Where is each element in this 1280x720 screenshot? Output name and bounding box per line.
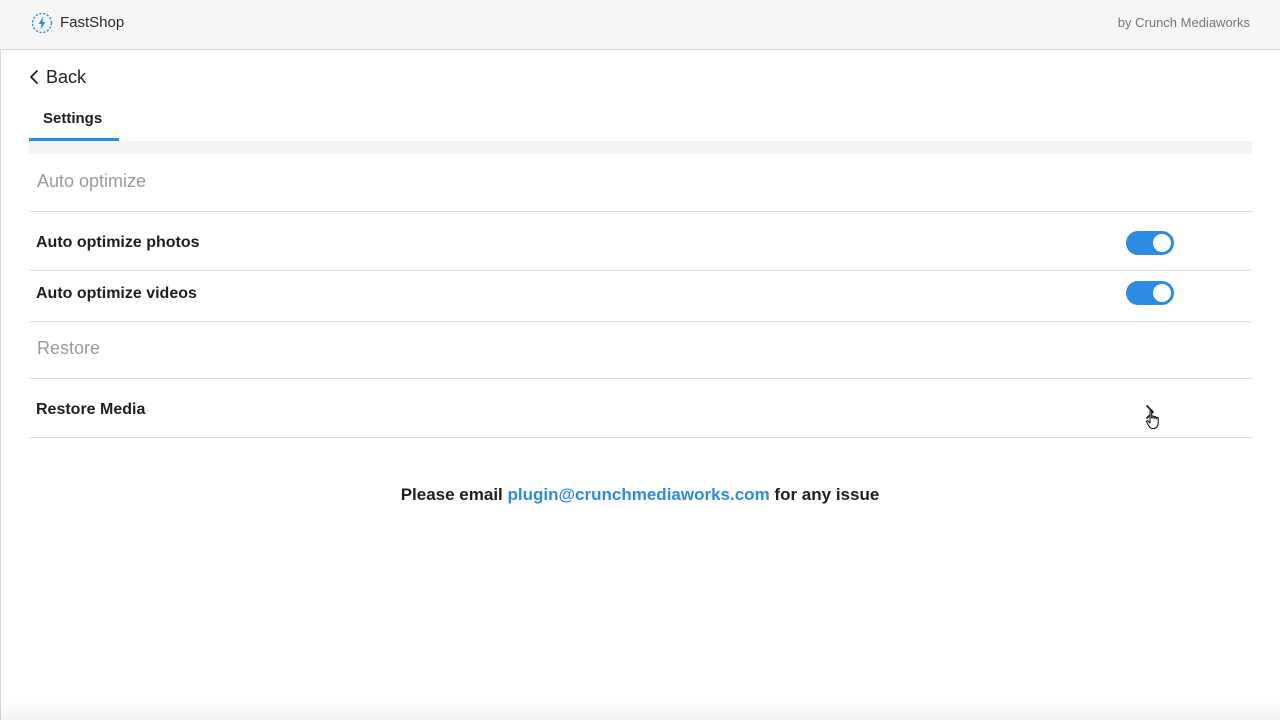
support-email-link[interactable]: plugin@crunchmediaworks.com [508, 485, 770, 504]
auto-optimize-photos-toggle[interactable] [1126, 231, 1174, 255]
chevron-left-icon [30, 70, 38, 84]
section-title: Restore [37, 338, 101, 358]
setting-row-auto-optimize-photos: Auto optimize photos [29, 212, 1252, 271]
tab-label: Settings [43, 110, 103, 127]
support-suffix: for any issue [774, 485, 880, 504]
support-prefix: Please email [400, 485, 503, 504]
bottom-shadow [0, 702, 1280, 720]
toggle-knob [1153, 234, 1171, 252]
setting-row-restore-media[interactable]: Restore Media [29, 379, 1252, 438]
app-header: FastShop by Crunch Mediaworks [0, 0, 1280, 50]
section-header-restore: Restore [29, 322, 1252, 379]
back-label: Back [46, 67, 87, 87]
section-header-auto-optimize: Auto optimize [29, 154, 1252, 212]
support-note: Please email plugin@crunchmediaworks.com… [0, 484, 1280, 506]
setting-label: Auto optimize videos [36, 285, 197, 302]
auto-optimize-videos-toggle[interactable] [1126, 281, 1174, 305]
setting-row-auto-optimize-videos: Auto optimize videos [29, 271, 1252, 322]
chevron-right-icon[interactable] [1144, 404, 1156, 420]
back-button[interactable]: Back [28, 65, 86, 89]
setting-label: Restore Media [36, 401, 146, 418]
setting-label: Auto optimize photos [36, 234, 200, 251]
app-name: FastShop [60, 14, 125, 31]
vendor-label: by Crunch Mediaworks [1117, 15, 1250, 30]
toggle-knob [1153, 284, 1171, 302]
section-title: Auto optimize [37, 171, 147, 191]
tab-settings[interactable]: Settings [29, 105, 119, 141]
lightning-bolt-icon [31, 12, 53, 34]
content-top-strip [29, 141, 1252, 154]
